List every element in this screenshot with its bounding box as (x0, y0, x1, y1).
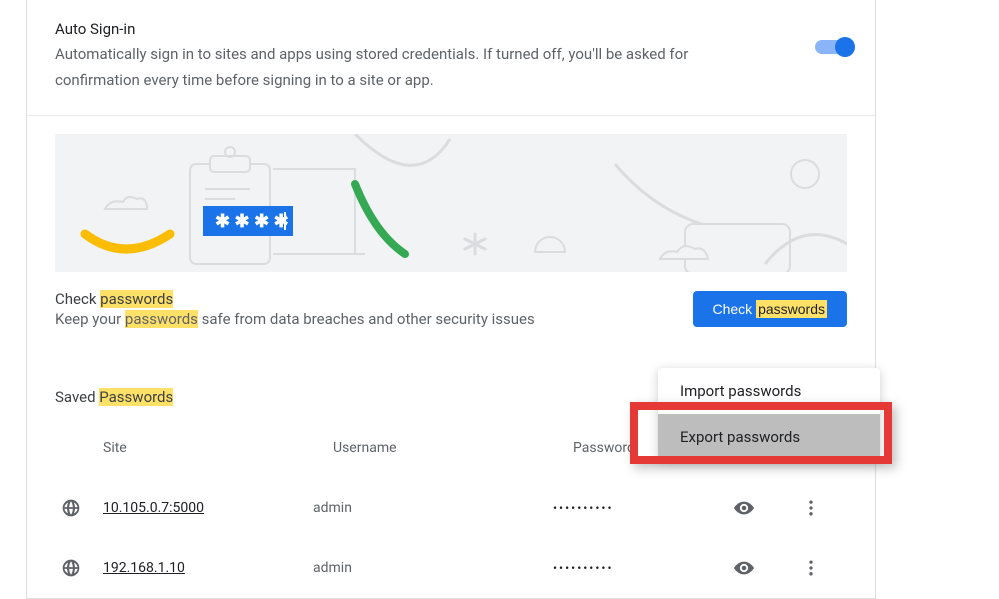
row-menu-icon[interactable] (801, 558, 821, 578)
globe-icon (61, 498, 81, 518)
check-passwords-title: Check passwords (55, 290, 693, 308)
svg-text:✱ ✱ ✱ ✱: ✱ ✱ ✱ ✱ (215, 211, 289, 232)
saved-title-prefix: Saved (55, 388, 99, 406)
username-text: admin (313, 560, 553, 576)
password-illustration-banner: ✱ ✱ ✱ ✱ (55, 134, 847, 272)
password-masked: •••••••••• (553, 561, 733, 575)
site-link[interactable]: 192.168.1.10 (103, 560, 313, 576)
check-btn-highlight: passwords (756, 300, 827, 318)
username-text: admin (313, 500, 553, 516)
row-menu-icon[interactable] (801, 498, 821, 518)
table-row: 192.168.1.10 admin •••••••••• (55, 538, 847, 598)
check-passwords-description: Keep your passwords safe from data breac… (55, 310, 693, 328)
passwords-context-menu: Import passwords Export passwords (658, 368, 880, 460)
check-desc-highlight: passwords (125, 310, 198, 328)
check-desc-prefix: Keep your (55, 310, 125, 328)
saved-title-highlight: Passwords (99, 388, 173, 406)
auto-signin-section: Auto Sign-in Automatically sign in to si… (27, 0, 875, 116)
show-password-icon[interactable] (733, 497, 755, 519)
password-masked: •••••••••• (553, 501, 733, 515)
check-passwords-section: Check passwords Keep your passwords safe… (27, 272, 875, 348)
toggle-knob (835, 37, 855, 57)
check-btn-prefix: Check (713, 301, 757, 317)
check-desc-suffix: safe from data breaches and other securi… (198, 310, 535, 328)
header-username: Username (333, 440, 573, 456)
auto-signin-description: Automatically sign in to sites and apps … (55, 42, 775, 93)
table-row: 10.105.0.7:5000 admin •••••••••• (55, 478, 847, 538)
show-password-icon[interactable] (733, 557, 755, 579)
globe-icon (61, 558, 81, 578)
menu-import-passwords[interactable]: Import passwords (658, 368, 880, 414)
check-title-highlight: passwords (100, 290, 173, 308)
check-passwords-button[interactable]: Check passwords (693, 291, 848, 327)
menu-export-passwords[interactable]: Export passwords (658, 414, 880, 460)
auto-signin-toggle[interactable] (815, 40, 851, 54)
header-site: Site (103, 440, 333, 456)
site-link[interactable]: 10.105.0.7:5000 (103, 500, 313, 516)
check-title-prefix: Check (55, 290, 100, 308)
auto-signin-title: Auto Sign-in (55, 20, 775, 38)
